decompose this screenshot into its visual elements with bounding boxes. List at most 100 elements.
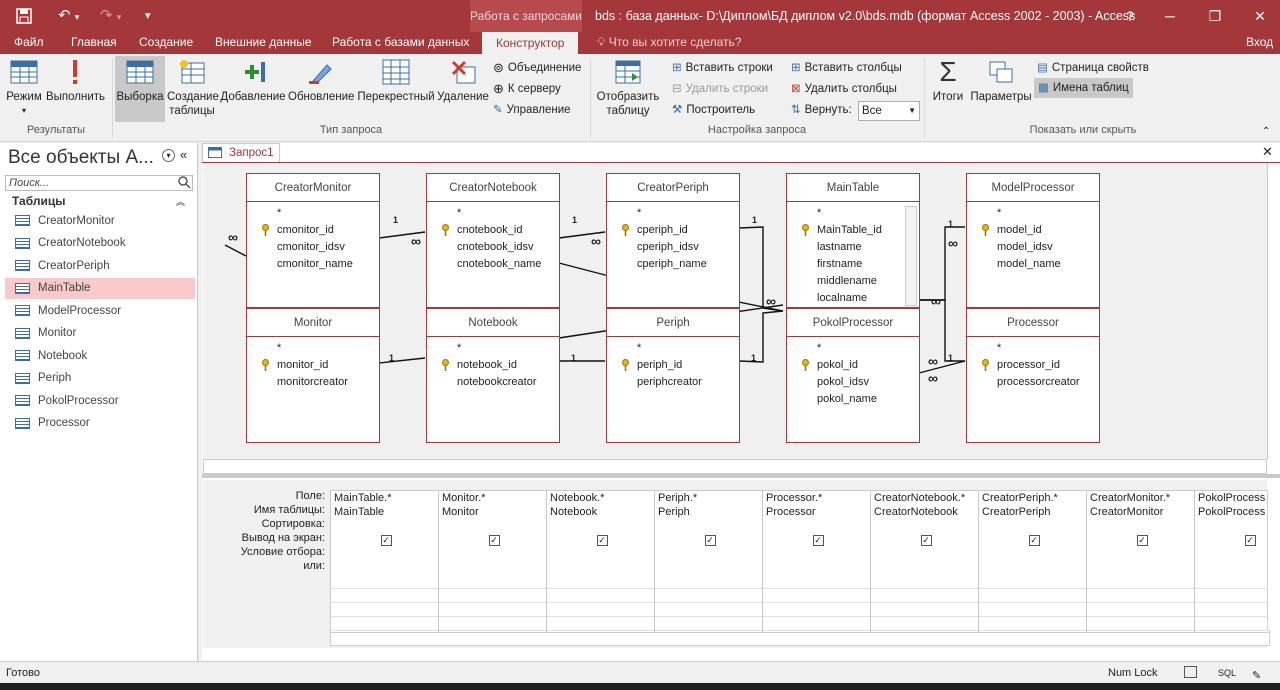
grid-criteria-cell[interactable]	[1195, 547, 1269, 561]
grid-or-cell[interactable]	[1087, 561, 1194, 575]
grid-sort-cell[interactable]	[763, 519, 870, 533]
grid-sort-cell[interactable]	[331, 519, 438, 533]
delete-columns-button[interactable]: ⊠ Удалить столбцы	[791, 79, 897, 99]
table-box-modelprocessor[interactable]: ModelProcessor * model_id model_idsv model_n…	[966, 173, 1100, 308]
table-field[interactable]: *	[427, 205, 559, 222]
grid-table-cell[interactable]: MainTable	[331, 505, 438, 519]
grid-table-cell[interactable]: CreatorNotebook	[871, 505, 978, 519]
show-checkbox[interactable]: ✓	[1028, 535, 1040, 546]
grid-column[interactable]: MainTable.* MainTable ✓	[331, 491, 439, 639]
close-button[interactable]: ✕	[1240, 0, 1280, 32]
tab-file[interactable]: Файл	[14, 32, 44, 54]
grid-table-cell[interactable]: Monitor	[439, 505, 546, 519]
table-field[interactable]: model_id	[967, 222, 1099, 239]
grid-column[interactable]: PokolProcess PokolProcess ✓	[1195, 491, 1269, 639]
select-query-button[interactable]: Выборка	[115, 56, 165, 122]
nav-item-notebook[interactable]: Notebook	[5, 345, 195, 366]
table-box-periph[interactable]: Periph * periph_id periphcreator	[606, 308, 740, 443]
table-box-title[interactable]: CreatorNotebook	[427, 174, 559, 202]
grid-sort-cell[interactable]	[1195, 519, 1269, 533]
table-box-title[interactable]: MainTable	[787, 174, 919, 202]
builder-button[interactable]: ⚒ Построитель	[672, 100, 755, 120]
chevron-up-icon[interactable]: ︽	[176, 195, 185, 208]
minimize-button[interactable]: ─	[1150, 0, 1190, 32]
grid-field-cell[interactable]: CreatorMonitor.*	[1087, 491, 1194, 505]
customize-qat-icon[interactable]: ▾	[145, 0, 151, 32]
table-field[interactable]: processorcreator	[967, 374, 1099, 391]
nav-search-input[interactable]: Поиск...	[5, 175, 193, 191]
sql-view-button[interactable]: SQL	[1218, 662, 1236, 684]
table-field[interactable]: lastname	[787, 239, 919, 256]
signin-link[interactable]: Вход	[1246, 32, 1273, 54]
help-button[interactable]: ?	[1110, 0, 1150, 32]
make-table-button[interactable]: Создание таблицы	[167, 56, 219, 126]
table-field[interactable]: periph_id	[607, 357, 739, 374]
nav-title[interactable]: Все объекты А...	[8, 147, 154, 169]
table-field[interactable]: *	[787, 340, 919, 357]
nav-menu-icon[interactable]: ▾	[162, 149, 175, 162]
table-field[interactable]: cnotebook_name	[427, 256, 559, 273]
table-field[interactable]: *	[247, 205, 379, 222]
show-checkbox[interactable]: ✓	[1244, 535, 1256, 546]
tab-home[interactable]: Главная	[71, 32, 117, 54]
grid-column[interactable]: CreatorPeriph.* CreatorPeriph ✓	[979, 491, 1087, 639]
table-field[interactable]: *	[427, 340, 559, 357]
table-box-title[interactable]: ModelProcessor	[967, 174, 1099, 202]
nav-item-creatormonitor[interactable]: CreatorMonitor	[5, 210, 195, 231]
grid-sort-cell[interactable]	[655, 519, 762, 533]
nav-item-periph[interactable]: Periph	[5, 368, 195, 389]
nav-item-pokolprocessor[interactable]: PokolProcessor	[5, 390, 195, 411]
property-sheet-button[interactable]: ▤ Страница свойств	[1037, 58, 1149, 78]
nav-item-creatorperiph[interactable]: CreatorPeriph	[5, 255, 195, 276]
table-field[interactable]: *	[967, 205, 1099, 222]
grid-field-cell[interactable]: MainTable.*	[331, 491, 438, 505]
table-field[interactable]: model_name	[967, 256, 1099, 273]
table-field[interactable]: *	[247, 340, 379, 357]
undo-icon[interactable]: ↶ ▾	[58, 0, 79, 32]
data-definition-button[interactable]: ✎ Управление	[493, 100, 571, 120]
tab-design[interactable]: Конструктор	[482, 32, 579, 54]
table-field[interactable]: processor_id	[967, 357, 1099, 374]
show-checkbox[interactable]: ✓	[704, 535, 716, 546]
grid-table-cell[interactable]: Notebook	[547, 505, 654, 519]
table-box-title[interactable]: CreatorMonitor	[247, 174, 379, 202]
table-field[interactable]: *	[787, 205, 919, 222]
table-field[interactable]: monitor_id	[247, 357, 379, 374]
append-button[interactable]: Добавление	[220, 56, 286, 126]
grid-table-cell[interactable]: Periph	[655, 505, 762, 519]
table-box-title[interactable]: Notebook	[427, 309, 559, 337]
nav-item-maintable[interactable]: MainTable	[5, 277, 195, 299]
grid-or-cell[interactable]	[871, 561, 978, 575]
grid-column[interactable]: Monitor.* Monitor ✓	[439, 491, 547, 639]
collapse-nav-icon[interactable]: «	[180, 147, 187, 162]
table-field[interactable]: pokol_idsv	[787, 374, 919, 391]
datasheet-view-icon[interactable]	[1184, 666, 1197, 678]
pane-splitter[interactable]	[202, 474, 1280, 478]
grid-criteria-cell[interactable]	[1087, 547, 1194, 561]
grid-field-cell[interactable]: Notebook.*	[547, 491, 654, 505]
grid-column[interactable]: CreatorMonitor.* CreatorMonitor ✓	[1087, 491, 1195, 639]
delete-rows-button[interactable]: ⊟ Удалить строки	[672, 79, 768, 99]
grid-or-cell[interactable]	[655, 561, 762, 575]
insert-columns-button[interactable]: ⊞ Вставить столбцы	[791, 58, 902, 78]
return-select[interactable]: Все ▼	[858, 101, 920, 121]
table-box-title[interactable]: Monitor	[247, 309, 379, 337]
grid-sort-cell[interactable]	[979, 519, 1086, 533]
canvas-vscrollbar[interactable]	[1267, 163, 1280, 459]
table-field-scrollbar[interactable]	[905, 206, 917, 306]
grid-field-cell[interactable]: Periph.*	[655, 491, 762, 505]
grid-criteria-cell[interactable]	[979, 547, 1086, 561]
grid-table-cell[interactable]: CreatorPeriph	[979, 505, 1086, 519]
grid-sort-cell[interactable]	[871, 519, 978, 533]
tab-external-data[interactable]: Внешние данные	[215, 32, 312, 54]
grid-or-cell[interactable]	[547, 561, 654, 575]
table-box-processor[interactable]: Processor * processor_id processorcreator	[966, 308, 1100, 443]
grid-table-cell[interactable]: PokolProcess	[1195, 505, 1269, 519]
show-checkbox[interactable]: ✓	[812, 535, 824, 546]
table-field[interactable]: monitorcreator	[247, 374, 379, 391]
table-field[interactable]: middlename	[787, 273, 919, 290]
update-button[interactable]: Обновление	[288, 56, 354, 126]
table-names-button[interactable]: ▦ Имена таблиц	[1034, 78, 1133, 98]
table-box-monitor[interactable]: Monitor * monitor_id monitorcreator	[246, 308, 380, 443]
table-field[interactable]: localname	[787, 290, 919, 307]
